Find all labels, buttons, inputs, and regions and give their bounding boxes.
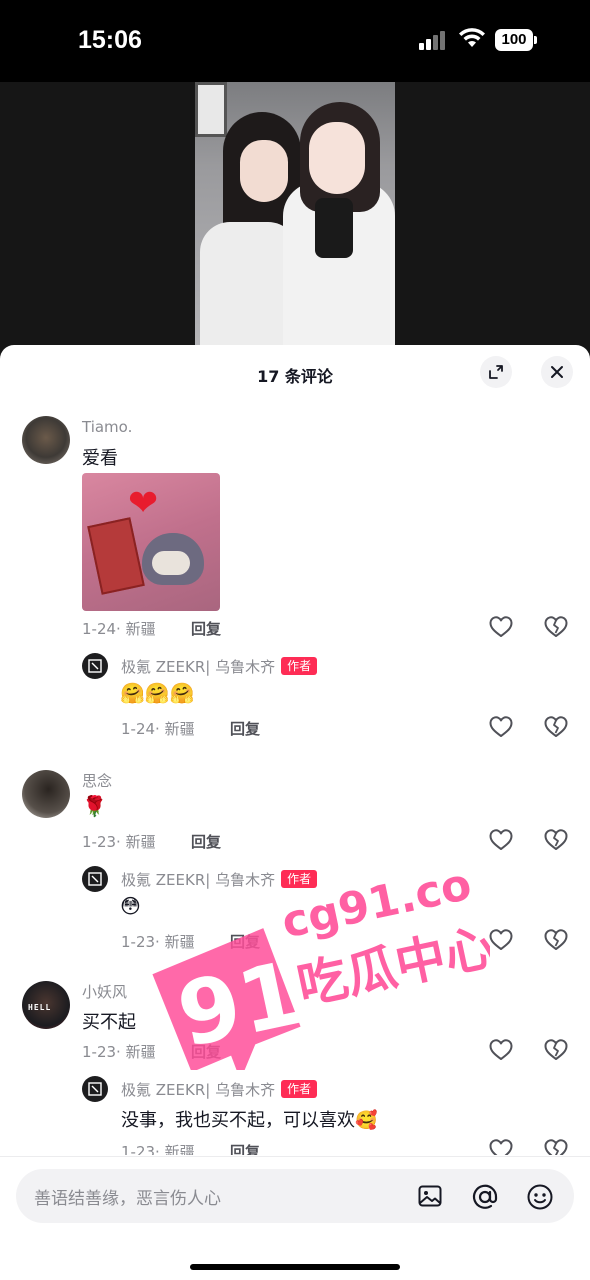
avatar[interactable] bbox=[22, 416, 70, 464]
reply-button[interactable]: 回复 bbox=[230, 931, 260, 952]
reply-meta: 1-24· 新疆 bbox=[121, 720, 195, 738]
battery-level: 100 bbox=[495, 29, 533, 51]
reply-button[interactable]: 回复 bbox=[191, 618, 221, 639]
expand-icon bbox=[489, 365, 503, 379]
dislike-broken-heart-icon[interactable] bbox=[543, 1137, 569, 1155]
reply-username[interactable]: 极氪 ZEEKR| 乌鲁木齐 作者 bbox=[121, 1079, 318, 1100]
reply-location: 新疆 bbox=[164, 720, 195, 738]
comment-text: 买不起 bbox=[82, 1012, 136, 1033]
author-avatar[interactable] bbox=[82, 1076, 108, 1102]
comment-text: 🌹 bbox=[82, 794, 107, 818]
comment-username[interactable]: 思念 bbox=[82, 770, 112, 791]
reply-text: 😳 bbox=[120, 894, 141, 918]
video-player[interactable] bbox=[0, 82, 590, 362]
comment-location: 新疆 bbox=[125, 833, 156, 851]
like-heart-icon[interactable] bbox=[488, 827, 514, 853]
dislike-broken-heart-icon[interactable] bbox=[543, 827, 569, 853]
like-heart-icon[interactable] bbox=[488, 1037, 514, 1063]
comments-sheet: 17 条评论 Tiamo. 爱看 ❤ 1-24· 新疆 回复 极氪 ZEEKR|… bbox=[0, 345, 590, 1280]
author-avatar[interactable] bbox=[82, 866, 108, 892]
heart-icon: ❤ bbox=[128, 483, 159, 524]
zeekr-logo-icon bbox=[88, 659, 102, 673]
reply-button[interactable]: 回复 bbox=[230, 1141, 260, 1155]
comment-date: 1-23 bbox=[82, 1043, 117, 1061]
reply-date: 1-24 bbox=[121, 720, 156, 738]
author-badge: 作者 bbox=[281, 870, 318, 888]
input-placeholder: 善语结善缘，恶言伤人心 bbox=[34, 1189, 221, 1209]
reply-location: 新疆 bbox=[164, 933, 195, 951]
reply-text: 没事，我也买不起，可以喜欢🥰 bbox=[121, 1110, 378, 1131]
wifi-icon bbox=[459, 28, 485, 47]
comment-location: 新疆 bbox=[125, 620, 156, 638]
emoji-icon[interactable] bbox=[526, 1183, 554, 1211]
comment-list[interactable]: Tiamo. 爱看 ❤ 1-24· 新疆 回复 极氪 ZEEKR| 乌鲁木齐 作… bbox=[0, 403, 590, 1155]
like-heart-icon[interactable] bbox=[488, 614, 514, 640]
avatar[interactable] bbox=[22, 770, 70, 818]
reply-text: 🤗🤗🤗 bbox=[120, 681, 195, 705]
zeekr-logo-icon bbox=[88, 872, 102, 886]
like-heart-icon[interactable] bbox=[488, 1137, 514, 1155]
reply-username[interactable]: 极氪 ZEEKR| 乌鲁木齐 作者 bbox=[121, 869, 318, 890]
comment-input-bar: 善语结善缘，恶言伤人心 bbox=[0, 1156, 590, 1280]
comment-username[interactable]: Tiamo. bbox=[82, 418, 132, 436]
avatar-text: HELL bbox=[28, 1003, 52, 1012]
reply-date: 1-23 bbox=[121, 933, 156, 951]
comment-username[interactable]: 小妖风 bbox=[82, 981, 127, 1002]
comment-location: 新疆 bbox=[125, 1043, 156, 1061]
reply-username[interactable]: 极氪 ZEEKR| 乌鲁木齐 作者 bbox=[121, 656, 318, 677]
author-badge: 作者 bbox=[281, 657, 318, 675]
comment-meta: 1-23· 新疆 bbox=[82, 1043, 156, 1061]
reply-username-text: 极氪 ZEEKR| 乌鲁木齐 bbox=[121, 658, 276, 676]
reply-username-text: 极氪 ZEEKR| 乌鲁木齐 bbox=[121, 1081, 276, 1099]
comment-meta: 1-23· 新疆 bbox=[82, 833, 156, 851]
reply-meta: 1-23· 新疆 bbox=[121, 933, 195, 951]
status-bar: 15:06 100 bbox=[0, 0, 590, 82]
comment-date: 1-24 bbox=[82, 620, 117, 638]
close-button[interactable] bbox=[541, 356, 573, 388]
reply-username-text: 极氪 ZEEKR| 乌鲁木齐 bbox=[121, 871, 276, 889]
reply-meta: 1-23· 新疆 bbox=[121, 1141, 195, 1155]
dislike-broken-heart-icon[interactable] bbox=[543, 714, 569, 740]
like-heart-icon[interactable] bbox=[488, 714, 514, 740]
reply-button[interactable]: 回复 bbox=[191, 1041, 221, 1062]
status-time: 15:06 bbox=[78, 26, 142, 54]
zeekr-logo-icon bbox=[88, 1082, 102, 1096]
close-icon bbox=[551, 366, 563, 378]
like-heart-icon[interactable] bbox=[488, 927, 514, 953]
home-indicator[interactable] bbox=[190, 1264, 400, 1270]
dislike-broken-heart-icon[interactable] bbox=[543, 927, 569, 953]
author-avatar[interactable] bbox=[82, 653, 108, 679]
comment-meta: 1-24· 新疆 bbox=[82, 620, 156, 638]
image-icon[interactable] bbox=[417, 1183, 443, 1209]
expand-button[interactable] bbox=[480, 356, 512, 388]
comment-text: 爱看 bbox=[82, 448, 118, 469]
comment-input[interactable]: 善语结善缘，恶言伤人心 bbox=[16, 1169, 574, 1223]
cellular-signal-icon bbox=[419, 30, 449, 50]
battery-icon: 100 bbox=[495, 29, 537, 51]
sheet-header: 17 条评论 bbox=[0, 345, 590, 403]
video-frame bbox=[195, 82, 395, 362]
reply-location: 新疆 bbox=[164, 1143, 195, 1155]
comment-date: 1-23 bbox=[82, 833, 117, 851]
reply-button[interactable]: 回复 bbox=[191, 831, 221, 852]
reply-button[interactable]: 回复 bbox=[230, 718, 260, 739]
comment-sticker-image[interactable]: ❤ bbox=[82, 473, 220, 611]
dislike-broken-heart-icon[interactable] bbox=[543, 1037, 569, 1063]
reply-date: 1-23 bbox=[121, 1143, 156, 1155]
author-badge: 作者 bbox=[281, 1080, 318, 1098]
avatar[interactable]: HELL bbox=[22, 981, 70, 1029]
dislike-broken-heart-icon[interactable] bbox=[543, 614, 569, 640]
mention-at-icon[interactable] bbox=[471, 1183, 499, 1211]
